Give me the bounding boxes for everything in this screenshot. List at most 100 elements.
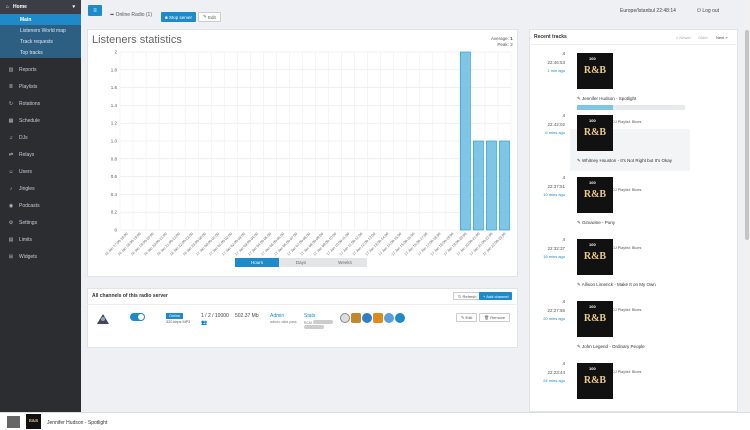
track-title: Allison Limerick - Make It on My Own	[581, 282, 656, 287]
x-tick-label: 17 Jan 12:00-13:00	[352, 232, 377, 257]
chart-bar[interactable]	[486, 140, 497, 231]
sidebar-item-label: Top tracks	[20, 49, 43, 56]
sidebar-item-reports[interactable]: ▥ Reports	[0, 61, 81, 78]
logout-link[interactable]: ⏻ Log out	[697, 8, 719, 14]
chart-bar[interactable]	[460, 51, 471, 231]
tab-hours[interactable]: Hours	[235, 258, 279, 267]
scrollbar-thumb[interactable]	[745, 30, 749, 240]
refresh-button[interactable]: ↻ Refresh	[453, 292, 482, 300]
stream-icon[interactable]	[395, 313, 405, 323]
track-ago[interactable]: 16 mins ago	[529, 254, 565, 259]
y-tick-label: 0.8	[111, 156, 118, 161]
music-note-icon: ♬	[562, 299, 567, 305]
dj-icon: ♫	[9, 134, 13, 141]
add-channel-button[interactable]: + Add channel	[479, 292, 513, 300]
sidebar-item-label: Widgets	[19, 253, 38, 260]
y-tick-label: 0.4	[111, 192, 118, 197]
sidebar-item-label: Rotations	[19, 100, 41, 107]
sidebar-item-jingles[interactable]: ♪ Jingles	[0, 180, 81, 197]
track-ago[interactable]: 24 mins ago	[529, 378, 565, 383]
x-tick-label: 16 Jan 19:00-20:00	[130, 232, 155, 257]
y-tick-label: 2	[114, 50, 117, 55]
older-button[interactable]: Older	[698, 35, 708, 40]
sidebar-sub-main[interactable]: Main	[0, 14, 81, 25]
vlc-icon[interactable]	[373, 313, 383, 323]
tab-weeks[interactable]: Weeks	[323, 258, 367, 267]
edit-label: Edit	[465, 315, 473, 320]
play-button[interactable]	[7, 416, 20, 428]
sidebar-item-settings[interactable]: ⚙ Settings	[0, 214, 81, 231]
x-tick-label: 17 Jan 22:00-23:00	[482, 232, 507, 257]
sidebar-item-podcasts[interactable]: ◉ Podcasts	[0, 197, 81, 214]
channel-size: 502.37 Mb	[235, 313, 259, 319]
sidebar-item-home[interactable]: ⌂ Home ▾	[0, 0, 81, 14]
wmp-icon[interactable]	[384, 313, 394, 323]
sidebar-sub-track-requests[interactable]: Track requests	[0, 36, 81, 47]
channel-edit-button[interactable]: ✎ Edit	[456, 313, 478, 322]
sidebar-item-schedule[interactable]: ▦ Schedule	[0, 112, 81, 129]
track-ago[interactable]: 10 mins ago	[529, 192, 565, 197]
track-title: Ginuwine - Pony	[582, 220, 616, 225]
peak-label: Peak:	[497, 42, 509, 47]
sidebar-item-playlists[interactable]: ≣ Playlists	[0, 78, 81, 95]
gear-icon: ⚙	[8, 219, 14, 226]
track-time: 22:27:56	[547, 308, 565, 313]
cover-top: 100	[589, 242, 596, 247]
cover-top: 100	[589, 366, 596, 371]
cover-top: 100	[589, 118, 596, 123]
divider	[529, 44, 738, 45]
play-icon[interactable]	[340, 313, 350, 323]
x-tick-label: 17 Jan 14:00-15:00	[378, 232, 403, 257]
x-tick-label: 16 Jan 20:00-21:00	[143, 232, 168, 257]
album-cover: 100 R&B	[577, 115, 613, 151]
menu-toggle-button[interactable]: ≡	[88, 5, 102, 16]
sidebar-item-label: Listeners World map	[20, 27, 66, 34]
hamburger-icon: ≡	[93, 7, 97, 14]
chart-bar[interactable]	[473, 140, 484, 231]
channel-remove-button[interactable]: 🗑 Remove	[479, 313, 511, 322]
add-channel-label: + Add channel	[483, 293, 509, 299]
player-cover-text: R&B	[29, 418, 38, 423]
sidebar-item-users[interactable]: ☺ Users	[0, 163, 81, 180]
channel-user-link[interactable]: Admin	[270, 313, 284, 319]
listeners-count: 1 / 2 / 10000	[201, 313, 229, 319]
stats-title: Listeners statistics	[92, 34, 182, 46]
winamp-icon[interactable]	[351, 313, 361, 323]
sidebar-item-rotations[interactable]: ↻ Rotations	[0, 95, 81, 112]
logout-label: Log out	[702, 8, 720, 14]
sidebar-item-limits[interactable]: ▤ Limits	[0, 231, 81, 248]
cover-text: R&B	[583, 375, 607, 386]
breadcrumb-label: Online Radio (1)	[115, 12, 152, 18]
sidebar-item-label: Playlists	[19, 83, 38, 90]
sidebar-item-widgets[interactable]: ⊞ Widgets	[0, 248, 81, 265]
album-cover: 100 R&B	[577, 177, 613, 213]
next-button[interactable]: Next »	[716, 35, 728, 40]
sidebar-sub-top-tracks[interactable]: Top tracks	[0, 47, 81, 58]
sidebar-item-djs[interactable]: ♫ DJs	[0, 129, 81, 146]
track-ago[interactable]: 20 mins ago	[529, 316, 565, 321]
stop-server-button[interactable]: ■ Stop server	[161, 12, 196, 22]
sidebar: ⌂ Home ▾ Main Listeners World map Track …	[0, 0, 81, 412]
limits-icon: ▤	[8, 236, 14, 243]
itunes-icon[interactable]	[362, 313, 372, 323]
track-ago[interactable]: 1 min ago	[529, 68, 565, 73]
cover-text: R&B	[583, 65, 607, 76]
home-icon: ⌂	[6, 4, 10, 10]
tab-days[interactable]: Days	[279, 258, 323, 267]
track-time: 22:32:37	[547, 246, 565, 251]
sidebar-sub-world-map[interactable]: Listeners World map	[0, 25, 81, 36]
channel-toggle[interactable]	[130, 313, 145, 321]
track-time: 22:46:53	[547, 60, 565, 65]
status-badge: Online	[166, 313, 183, 319]
track-ago[interactable]: 6 mins ago	[529, 130, 565, 135]
album-cover: 100 R&B	[577, 363, 613, 399]
sidebar-item-label: Users	[19, 168, 33, 175]
newer-button[interactable]: « Newer	[676, 35, 691, 40]
bar-chart-icon: ▥	[8, 66, 14, 73]
chart-bar[interactable]	[499, 140, 510, 231]
y-tick-label: 0	[114, 228, 117, 233]
cover-text: R&B	[583, 189, 607, 200]
sidebar-item-relays[interactable]: ⇄ Relays	[0, 146, 81, 163]
edit-server-button[interactable]: ✎ Edit	[198, 12, 221, 22]
channel-stats-link[interactable]: Stats	[304, 313, 315, 319]
